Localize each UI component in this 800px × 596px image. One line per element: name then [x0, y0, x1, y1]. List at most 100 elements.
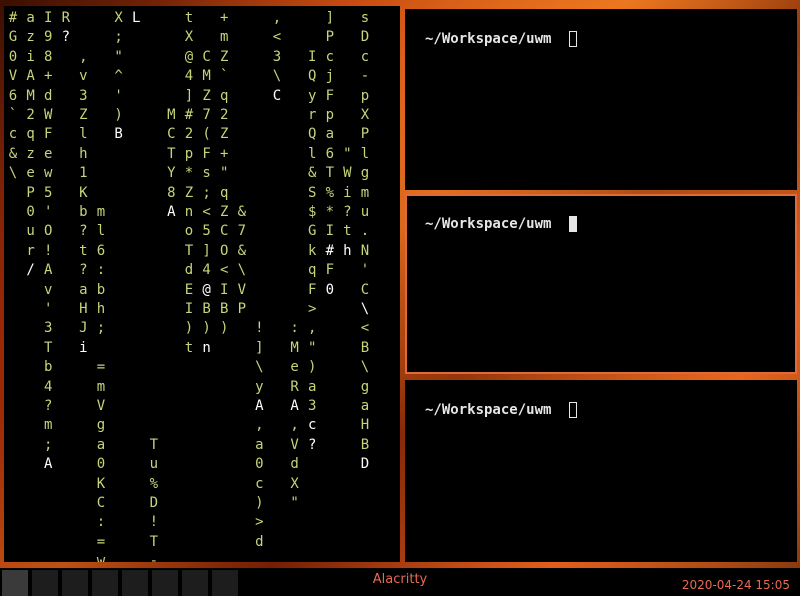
terminal-prompt: ~/Workspace/uwm — [425, 216, 578, 232]
matrix-char: c — [360, 48, 370, 65]
matrix-terminal[interactable]: # G 0 V 6 ` c & \ a z i A M 2 q z e P 0 u r / I 9 8 + d W Fe w 5 ' O! Av ' 3… — [4, 6, 400, 562]
matrix-char: w — [43, 165, 53, 182]
matrix-char: c — [307, 417, 317, 434]
matrix-char: P — [26, 184, 35, 201]
matrix-char: m — [96, 378, 106, 395]
matrix-char: ] — [255, 339, 264, 356]
matrix-char: > — [307, 301, 317, 317]
matrix-char: : — [290, 320, 299, 337]
matrix-char: S — [307, 184, 317, 201]
matrix-char: C — [272, 87, 282, 104]
matrix-char: ) — [184, 320, 194, 337]
matrix-char: 3 — [79, 87, 88, 104]
matrix-char: ) — [114, 107, 123, 123]
matrix-char: I — [43, 10, 53, 26]
matrix-char: 4 — [184, 68, 194, 85]
matrix-char: e — [290, 359, 299, 376]
matrix-char: O — [219, 242, 229, 259]
matrix-char: F — [202, 145, 211, 162]
matrix-char: d — [43, 87, 53, 104]
matrix-char: O — [43, 223, 53, 240]
matrix-char: o — [184, 223, 194, 240]
matrix-char: @ — [184, 48, 194, 65]
matrix-char: T — [325, 165, 335, 182]
matrix-char: h — [96, 301, 106, 317]
matrix-char: 0 — [26, 204, 35, 220]
terminal-prompt: ~/Workspace/uwm — [425, 31, 578, 47]
matrix-char: v — [79, 68, 88, 85]
matrix-char: D — [360, 456, 370, 473]
matrix-char: ] — [184, 87, 194, 104]
clock: 2020-04-24 15:05 — [681, 578, 790, 592]
matrix-char: : — [96, 262, 106, 279]
matrix-char: h — [79, 145, 88, 162]
matrix-char: \ — [255, 359, 264, 376]
matrix-char: 3 — [307, 398, 317, 414]
matrix-char: ? — [79, 223, 88, 240]
matrix-char: # — [8, 10, 18, 26]
matrix-char: . — [360, 223, 370, 240]
matrix-char: - — [149, 553, 159, 562]
matrix-char: g — [360, 165, 370, 182]
matrix-char: C — [167, 126, 176, 143]
matrix-char: " — [290, 495, 299, 511]
matrix-char: h — [343, 242, 352, 259]
active-window-title: Alacritty — [372, 572, 428, 587]
matrix-char: d — [290, 456, 299, 473]
matrix-char: p — [325, 107, 335, 123]
matrix-char: C — [96, 495, 106, 511]
matrix-char: , — [290, 417, 299, 434]
matrix-char: 0 — [8, 48, 18, 65]
matrix-char: c — [255, 475, 264, 492]
matrix-char: l — [360, 145, 370, 162]
matrix-char: g — [360, 378, 370, 395]
matrix-char: ; — [114, 29, 123, 46]
matrix-char: u — [360, 204, 370, 220]
matrix-char: n — [202, 339, 211, 356]
matrix-char: 0 — [255, 456, 264, 473]
matrix-char: % — [325, 184, 335, 201]
matrix-char: 0 — [96, 456, 106, 473]
matrix-char: z — [26, 145, 35, 162]
matrix-char: < — [202, 204, 211, 220]
matrix-char: 6 — [8, 87, 18, 104]
matrix-char: ! — [255, 320, 264, 337]
matrix-char: % — [149, 475, 159, 492]
matrix-char: X — [360, 107, 370, 123]
matrix-char: ' — [43, 204, 53, 220]
matrix-char: s — [360, 10, 370, 26]
matrix-char: > — [255, 514, 264, 531]
matrix-char: ] — [202, 242, 211, 259]
terminal-window-top[interactable]: ~/Workspace/uwm — [405, 9, 797, 190]
matrix-char: Z — [184, 184, 194, 201]
matrix-char: @ — [202, 281, 211, 298]
matrix-char: V — [8, 68, 18, 85]
matrix-char: Z — [219, 126, 229, 143]
matrix-char: 6 — [96, 242, 106, 259]
cursor-icon — [569, 216, 578, 232]
terminal-window-middle[interactable]: ~/Workspace/uwm — [405, 194, 797, 374]
matrix-char: y — [307, 87, 317, 104]
matrix-char: B — [202, 301, 211, 317]
matrix-char: M — [202, 68, 211, 85]
matrix-char: , — [79, 48, 88, 65]
matrix-char: q — [219, 184, 229, 201]
matrix-char: Q — [307, 68, 317, 85]
matrix-char: C — [202, 48, 211, 65]
matrix-char: 0 — [325, 281, 335, 298]
matrix-char: ? — [79, 262, 88, 279]
matrix-char: 2 — [219, 107, 229, 123]
matrix-char: r — [26, 242, 35, 259]
matrix-char: 2 — [26, 107, 35, 123]
terminal-window-bottom[interactable]: ~/Workspace/uwm — [405, 380, 797, 562]
matrix-char: P — [360, 126, 370, 143]
matrix-char: D — [149, 495, 159, 511]
matrix-char: I — [219, 281, 229, 298]
matrix-char: < — [219, 262, 229, 279]
matrix-char: W — [343, 165, 352, 182]
matrix-char: w — [96, 553, 106, 562]
matrix-char: t — [184, 339, 194, 356]
matrix-char: T — [167, 145, 176, 162]
matrix-char: < — [272, 29, 282, 46]
matrix-char: ? — [43, 398, 53, 414]
